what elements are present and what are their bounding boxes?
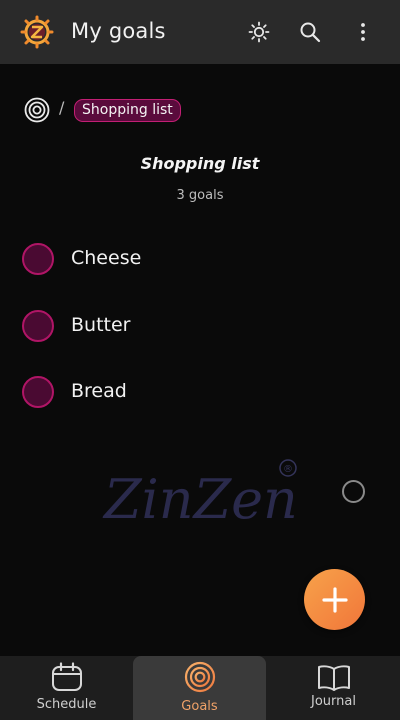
- nav-goals[interactable]: Goals: [133, 656, 266, 720]
- zinzen-logo-icon[interactable]: [20, 15, 54, 49]
- search-icon[interactable]: [298, 20, 322, 44]
- nav-label: Journal: [311, 694, 356, 709]
- page-title: My goals: [71, 19, 166, 43]
- goal-label[interactable]: Bread: [71, 380, 127, 402]
- goal-bubble[interactable]: [22, 310, 54, 342]
- calendar-icon: [51, 662, 82, 691]
- zinzen-watermark: ZinZen ®: [102, 459, 298, 531]
- goals-target-icon: [184, 661, 215, 693]
- sun-icon[interactable]: [247, 20, 271, 44]
- nav-schedule[interactable]: Schedule: [0, 656, 133, 720]
- breadcrumb-current[interactable]: Shopping list: [74, 99, 181, 122]
- list-title: Shopping list: [140, 154, 260, 173]
- goal-item-cheese[interactable]: Cheese: [0, 235, 400, 285]
- goals-main: / Shopping list Shopping list 3 goals Ch…: [0, 64, 400, 656]
- goal-item-butter[interactable]: Butter: [0, 302, 400, 352]
- goal-bubble[interactable]: [22, 243, 54, 275]
- plus-icon: [321, 586, 348, 613]
- nav-journal[interactable]: Journal: [267, 656, 400, 720]
- goals-target-icon[interactable]: [24, 97, 50, 123]
- nav-label: Schedule: [36, 697, 97, 712]
- registered-mark: ®: [283, 464, 293, 475]
- goal-label[interactable]: Butter: [71, 314, 130, 336]
- book-icon: [317, 665, 350, 691]
- goal-item-bread[interactable]: Bread: [0, 368, 400, 418]
- more-vertical-icon[interactable]: [351, 20, 375, 44]
- breadcrumb-separator: /: [59, 98, 65, 117]
- goal-count: 3 goals: [176, 188, 224, 203]
- goal-label[interactable]: Cheese: [71, 247, 141, 269]
- goal-bubble[interactable]: [22, 376, 54, 408]
- watermark-text: ZinZen: [102, 468, 298, 531]
- add-goal-button[interactable]: [304, 569, 365, 630]
- app-header: My goals: [0, 0, 400, 64]
- indicator-circle-icon: [342, 480, 365, 503]
- bottom-navigation: Schedule Goals Journal: [0, 656, 400, 720]
- nav-label: Goals: [181, 699, 218, 714]
